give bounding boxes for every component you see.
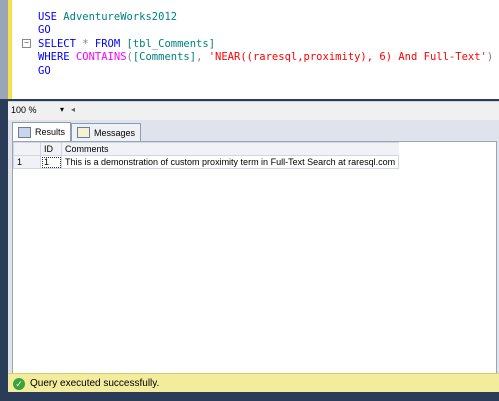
zoom-dropdown-icon[interactable]: ▾ — [60, 105, 64, 114]
code-text[interactable]: USE AdventureWorks2012 GO − SELECT * FROM [… — [22, 11, 493, 78]
tab-results[interactable]: Results — [12, 122, 72, 141]
zoom-bar: 100 % ▾ ◂ — [8, 101, 499, 120]
editor-margin — [0, 0, 8, 99]
ssms-window: USE AdventureWorks2012 GO − SELECT * FROM [… — [0, 0, 499, 401]
table-row[interactable]: 1 1 This is a demonstration of custom pr… — [13, 155, 400, 169]
code-line[interactable]: GO — [22, 65, 493, 78]
results-grid: ID Comments 1 1 This is a demonstration … — [13, 142, 400, 169]
cell-comments[interactable]: This is a demonstration of custom proxim… — [60, 155, 400, 169]
code-token: CONTAINS — [75, 51, 127, 64]
tab-messages-label: Messages — [94, 127, 136, 138]
column-header-comments[interactable]: Comments — [60, 142, 399, 156]
code-token: , — [196, 51, 209, 64]
grid-header-row: ID Comments — [13, 142, 399, 156]
row-header-corner[interactable] — [13, 142, 41, 156]
code-token: * — [75, 37, 95, 50]
code-token: GO — [38, 64, 51, 77]
code-token: SELECT — [38, 37, 76, 50]
query-editor[interactable]: USE AdventureWorks2012 GO − SELECT * FROM [… — [8, 0, 499, 99]
code-token: 'NEAR((raresql,proximity), 6) And Full-T… — [208, 51, 487, 64]
window-bottom-edge — [0, 392, 499, 401]
zoom-level[interactable]: 100 % — [11, 105, 37, 115]
results-pane: Results Messages ID Comments 1 1 This is… — [8, 120, 499, 375]
code-line[interactable]: USE AdventureWorks2012 — [22, 11, 493, 24]
code-token: GO — [38, 24, 51, 37]
code-token: [Comments] — [132, 51, 197, 64]
results-tabs: Results Messages — [8, 120, 499, 141]
tab-results-label: Results — [35, 127, 66, 137]
code-line[interactable]: − SELECT * FROM [tbl_Comments] — [22, 38, 493, 51]
code-line[interactable]: GO — [22, 24, 493, 37]
code-token: AdventureWorks2012 — [63, 11, 178, 23]
row-number[interactable]: 1 — [13, 155, 41, 169]
tab-messages[interactable]: Messages — [71, 123, 142, 141]
grid-icon — [18, 126, 31, 138]
code-token: ) — [486, 51, 494, 64]
column-header-id[interactable]: ID — [40, 142, 62, 156]
status-bar: ✓ Query executed successfully. — [8, 373, 499, 393]
code-token: USE — [38, 11, 64, 23]
code-token: FROM — [94, 37, 121, 50]
check-circle-icon: ✓ — [13, 377, 25, 390]
change-tracking-bar — [8, 0, 12, 99]
code-line[interactable]: WHERE CONTAINS([Comments], 'NEAR((raresq… — [22, 51, 493, 64]
collapse-icon[interactable]: − — [22, 38, 38, 51]
messages-icon — [77, 127, 90, 138]
scroll-left-icon[interactable]: ◂ — [71, 105, 75, 114]
status-text: Query executed successfully. — [30, 378, 160, 389]
cell-id[interactable]: 1 — [40, 155, 62, 169]
code-token: [tbl_Comments] — [120, 37, 216, 50]
code-token: WHERE — [38, 51, 76, 64]
results-grid-area[interactable]: ID Comments 1 1 This is a demonstration … — [12, 141, 497, 375]
